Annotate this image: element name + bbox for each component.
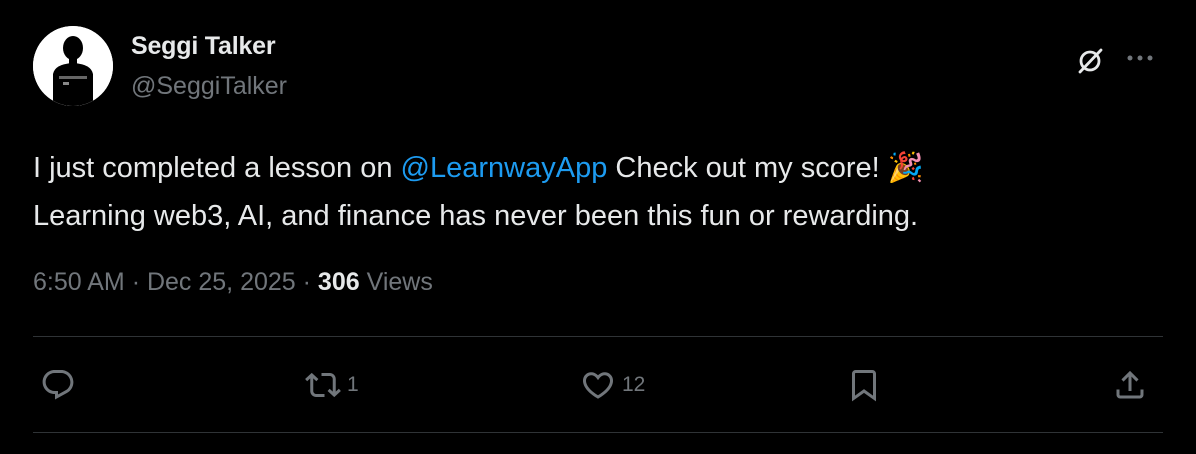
grok-icon — [1078, 48, 1103, 74]
tweet-text-part: I just completed a lesson on — [33, 152, 401, 184]
tweet-date[interactable]: Dec 25, 2025 — [147, 268, 296, 296]
share-icon — [1116, 370, 1144, 399]
avatar-silhouette-icon — [33, 26, 113, 106]
tweet-meta: 6:50 AM · Dec 25, 2025 · 306 Views — [33, 268, 433, 297]
divider — [33, 336, 1163, 337]
tweet-text-part: Check out my score! — [607, 152, 888, 184]
mention-link[interactable]: @LearnwayApp — [401, 152, 608, 184]
action-bar: 1 12 — [0, 340, 1196, 430]
avatar[interactable] — [33, 26, 113, 106]
views-label: Views — [366, 268, 433, 296]
bookmark-button[interactable] — [846, 360, 882, 410]
like-button[interactable]: 12 — [580, 360, 645, 410]
like-icon — [582, 372, 614, 399]
display-name[interactable]: Seggi Talker — [131, 32, 276, 61]
party-popper-emoji: 🎉 — [887, 150, 924, 184]
tweet-time[interactable]: 6:50 AM — [33, 268, 125, 296]
share-button[interactable] — [1112, 360, 1148, 410]
tweet-text-line-2: Learning web3, AI, and finance has never… — [33, 200, 919, 232]
divider — [33, 432, 1163, 433]
like-count: 12 — [622, 373, 646, 396]
more-options-button[interactable] — [1124, 43, 1156, 73]
bookmark-icon — [852, 370, 876, 402]
reply-button[interactable] — [40, 360, 76, 410]
repost-count: 1 — [347, 373, 359, 396]
more-icon — [1127, 55, 1153, 61]
meta-separator: · — [131, 268, 141, 296]
repost-icon — [305, 372, 341, 398]
user-handle[interactable]: @SeggiTalker — [131, 72, 287, 101]
reply-icon — [42, 370, 74, 400]
grok-button[interactable] — [1072, 43, 1108, 79]
views-count: 306 — [317, 268, 360, 296]
tweet-text: I just completed a lesson on @LearnwayAp… — [33, 143, 1153, 240]
tweet: Seggi Talker @SeggiTalker I just complet… — [0, 0, 1196, 454]
meta-separator: · — [302, 268, 311, 296]
repost-button[interactable]: 1 — [305, 360, 359, 410]
